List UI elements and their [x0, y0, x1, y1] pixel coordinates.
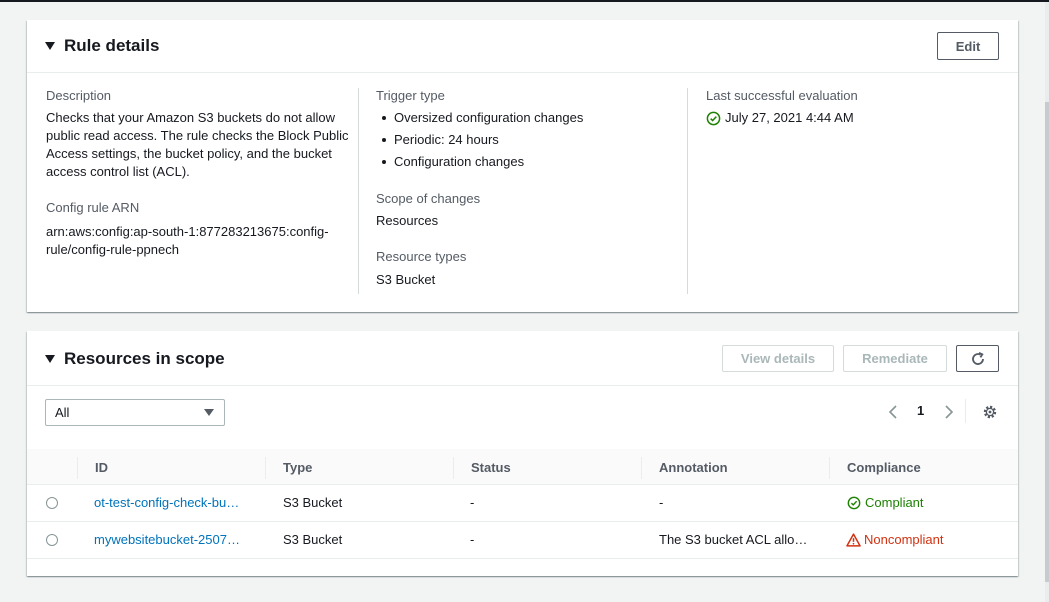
- column-separator: [829, 457, 830, 479]
- table-row[interactable]: mywebsitebucket-2507… S3 Bucket - The S3…: [27, 522, 1018, 559]
- arn-value: arn:aws:config:ap-south-1:877283213675:c…: [46, 223, 356, 259]
- table-row[interactable]: ot-test-config-check-bu… S3 Bucket - - C…: [27, 485, 1018, 522]
- column-divider: [687, 88, 688, 294]
- page-number[interactable]: 1: [917, 403, 924, 418]
- description-column: Description Checks that your Amazon S3 b…: [46, 87, 356, 259]
- warning-triangle-icon: [846, 532, 861, 547]
- compliance-status: Noncompliant: [846, 532, 944, 547]
- scrollbar-thumb[interactable]: [1045, 102, 1049, 582]
- resource-types-label: Resource types: [376, 249, 467, 264]
- arn-line: arn:aws:config:ap-south-1:877283213675:c…: [46, 224, 329, 239]
- description-line: public read access. The rule checks the …: [46, 128, 349, 143]
- rule-details-title: Rule details: [64, 36, 160, 55]
- trigger-type-item: Periodic: 24 hours: [376, 131, 676, 149]
- description-label: Description: [46, 88, 112, 103]
- trigger-type-item: Oversized configuration changes: [376, 109, 676, 127]
- pager-divider: [965, 399, 966, 423]
- compliance-status: Compliant: [847, 495, 924, 510]
- view-details-button[interactable]: View details: [722, 345, 834, 372]
- description-line: Checks that your Amazon S3 buckets do no…: [46, 110, 336, 125]
- resource-status: -: [470, 532, 475, 547]
- trigger-type-list: Oversized configuration changes Periodic…: [376, 109, 676, 171]
- trigger-type-label: Trigger type: [376, 88, 445, 103]
- arn-line: rule/config-rule-ppnech: [46, 242, 179, 257]
- chevron-down-icon: [204, 409, 214, 416]
- rule-details-panel: Rule details Edit Description Checks tha…: [27, 20, 1018, 312]
- chevron-left-icon[interactable]: [888, 405, 900, 419]
- column-header-id[interactable]: ID: [95, 460, 108, 475]
- description-value: Checks that your Amazon S3 buckets do no…: [46, 109, 356, 181]
- check-circle-icon: [847, 496, 861, 509]
- rule-details-header: Rule details Edit: [27, 20, 1018, 73]
- window-top-border: [0, 0, 1049, 2]
- resources-toggle[interactable]: Resources in scope: [45, 349, 225, 369]
- resource-id-link[interactable]: mywebsitebucket-2507…: [94, 532, 240, 547]
- table-header: ID Type Status Annotation Compliance: [27, 449, 1018, 485]
- last-evaluation-text: July 27, 2021 4:44 AM: [725, 110, 854, 125]
- compliance-text: Noncompliant: [864, 532, 944, 547]
- column-header-annotation[interactable]: Annotation: [659, 460, 728, 475]
- edit-button-label: Edit: [955, 38, 981, 54]
- column-header-type[interactable]: Type: [283, 460, 312, 475]
- remediate-label: Remediate: [862, 351, 928, 366]
- arn-label: Config rule ARN: [46, 200, 140, 215]
- resources-title: Resources in scope: [64, 349, 225, 368]
- resource-types-value: S3 Bucket: [376, 272, 436, 287]
- check-circle-icon: [706, 111, 721, 125]
- column-divider: [358, 88, 359, 294]
- view-details-label: View details: [740, 351, 816, 366]
- caret-down-icon: [45, 355, 55, 363]
- chevron-right-icon[interactable]: [942, 405, 954, 419]
- refresh-icon: [971, 351, 984, 365]
- trigger-type-item: Configuration changes: [376, 153, 676, 171]
- resource-id-link[interactable]: ot-test-config-check-bu…: [94, 495, 239, 510]
- remediate-button[interactable]: Remediate: [843, 345, 947, 372]
- resource-annotation: -: [659, 495, 664, 510]
- scrollbar[interactable]: [1045, 2, 1049, 602]
- resource-type: S3 Bucket: [283, 532, 343, 547]
- row-select-radio[interactable]: [46, 534, 58, 546]
- column-header-compliance[interactable]: Compliance: [847, 460, 921, 475]
- column-separator: [265, 457, 266, 479]
- refresh-button[interactable]: [956, 345, 999, 372]
- resources-header: Resources in scope View details Remediat…: [27, 331, 1018, 386]
- resources-panel: Resources in scope View details Remediat…: [27, 331, 1018, 576]
- resource-status: -: [470, 495, 475, 510]
- filter-select-value: All: [55, 405, 70, 420]
- column-separator: [77, 457, 78, 479]
- resource-type: S3 Bucket: [283, 495, 343, 510]
- filter-select[interactable]: All: [45, 399, 225, 426]
- caret-down-icon: [45, 42, 55, 50]
- trigger-column: Trigger type Oversized configuration cha…: [376, 87, 676, 289]
- description-line: Access settings, the bucket policy, and …: [46, 146, 332, 161]
- resource-annotation: The S3 bucket ACL allo…: [659, 532, 808, 547]
- last-evaluation-value: July 27, 2021 4:44 AM: [706, 109, 996, 127]
- column-header-status[interactable]: Status: [471, 460, 511, 475]
- scope-value: Resources: [376, 213, 439, 228]
- evaluation-column: Last successful evaluation July 27, 2021…: [706, 87, 996, 127]
- edit-button[interactable]: Edit: [937, 32, 999, 60]
- compliance-text: Compliant: [865, 495, 924, 510]
- last-evaluation-label: Last successful evaluation: [706, 88, 858, 103]
- column-separator: [453, 457, 454, 479]
- rule-details-toggle[interactable]: Rule details: [45, 36, 159, 56]
- column-separator: [641, 457, 642, 479]
- scope-label: Scope of changes: [376, 191, 481, 206]
- row-select-radio[interactable]: [46, 497, 58, 509]
- gear-icon[interactable]: [982, 404, 998, 420]
- description-line: access control list (ACL).: [46, 164, 190, 179]
